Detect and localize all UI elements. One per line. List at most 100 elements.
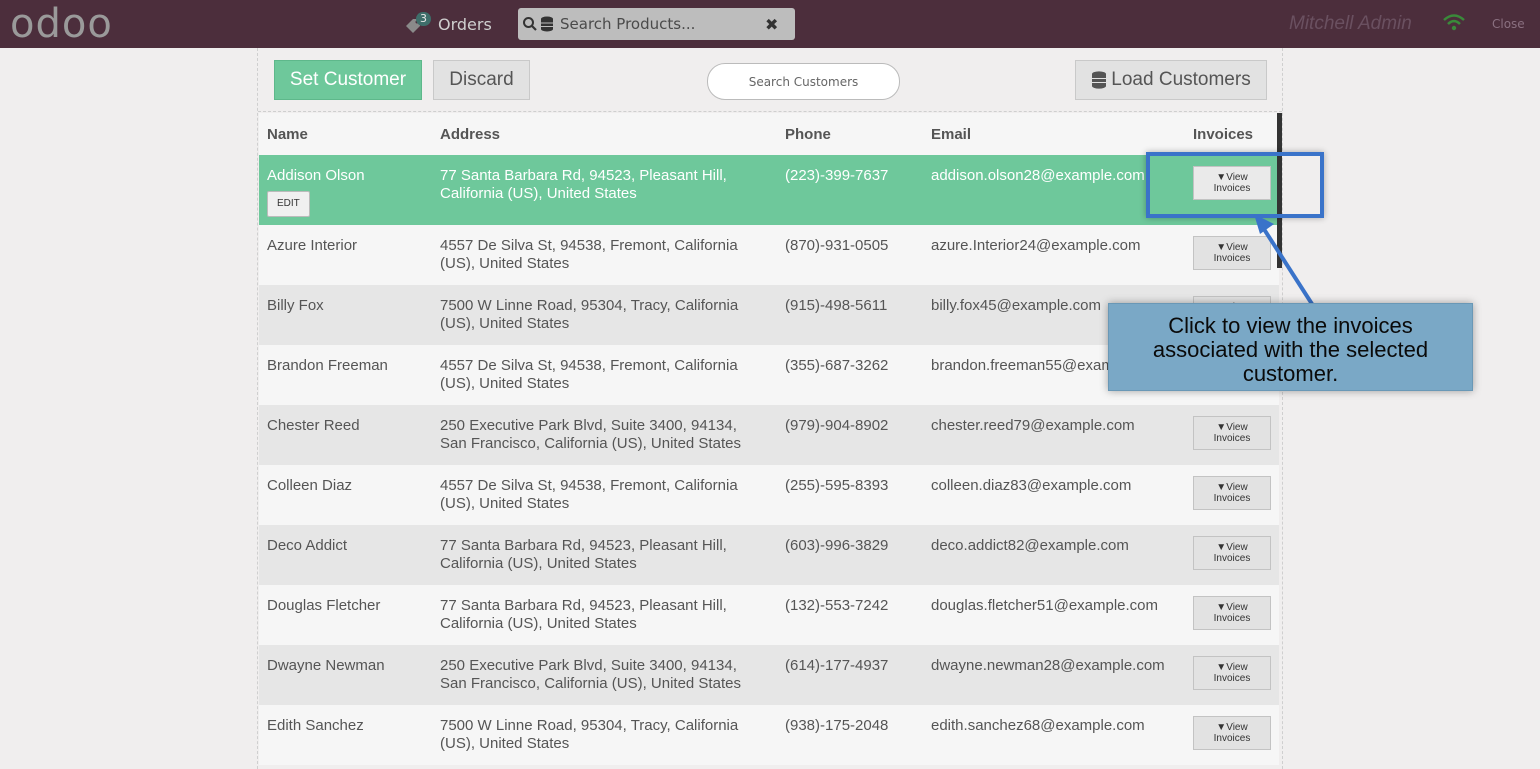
filter-icon: ▼ — [1216, 662, 1227, 673]
close-button[interactable]: Close — [1492, 17, 1525, 31]
view-invoices-label: View — [1226, 482, 1248, 493]
view-invoices-label: Invoices — [1213, 433, 1251, 444]
address-line: 4557 De Silva St, 94538, Fremont, Califo… — [440, 477, 738, 494]
phone: (132)-553-7242 — [785, 597, 889, 614]
table-row[interactable]: Edith Sanchez 7500 W Linne Road, 95304, … — [259, 705, 1279, 765]
odoo-logo[interactable]: odoo — [10, 4, 113, 44]
address-line: 4557 De Silva St, 94538, Fremont, Califo… — [440, 237, 738, 254]
view-invoices-label: View — [1226, 542, 1248, 553]
table-header: Name Address Phone Email Invoices — [259, 113, 1279, 155]
customer-name: Billy Fox — [267, 297, 324, 314]
phone: (223)-399-7637 — [785, 167, 889, 184]
table-row[interactable]: Deco Addict 77 Santa Barbara Rd, 94523, … — [259, 525, 1279, 585]
customer-name: Addison Olson — [267, 167, 365, 184]
view-invoices-label: View — [1226, 242, 1248, 253]
table-row[interactable]: Azure Interior 4557 De Silva St, 94538, … — [259, 225, 1279, 285]
address-line: 7500 W Linne Road, 95304, Tracy, Califor… — [440, 717, 739, 734]
table-row[interactable]: Douglas Fletcher 77 Santa Barbara Rd, 94… — [259, 585, 1279, 645]
view-invoices-button[interactable]: ▼ViewInvoices — [1193, 416, 1271, 450]
tag-icon: 3 — [404, 12, 431, 34]
table-row[interactable]: Dwayne Newman 250 Executive Park Blvd, S… — [259, 645, 1279, 705]
address-line: 4557 De Silva St, 94538, Fremont, Califo… — [440, 357, 738, 374]
highlight-box — [1146, 152, 1324, 218]
load-customers-button[interactable]: Load Customers — [1075, 60, 1267, 100]
view-invoices-label: Invoices — [1213, 673, 1251, 684]
view-invoices-label: Invoices — [1213, 553, 1251, 564]
header-email: Email — [931, 125, 972, 143]
customer-table: Name Address Phone Email Invoices Addiso… — [259, 113, 1279, 765]
address-line: San Francisco, California (US), United S… — [440, 675, 741, 692]
email: colleen.diaz83@example.com — [931, 477, 1132, 494]
clear-search-icon[interactable]: ✖ — [765, 15, 795, 34]
user-name[interactable]: Mitchell Admin — [1289, 13, 1412, 35]
view-invoices-button[interactable]: ▼ViewInvoices — [1193, 656, 1271, 690]
table-row[interactable]: Addison Olson EDIT 77 Santa Barbara Rd, 9… — [259, 155, 1279, 225]
view-invoices-label: Invoices — [1213, 613, 1251, 624]
header-address: Address — [440, 125, 501, 143]
product-search-input[interactable]: Search Products... — [560, 15, 765, 33]
search-icon — [522, 16, 538, 32]
view-invoices-button[interactable]: ▼ViewInvoices — [1193, 716, 1271, 750]
filter-icon: ▼ — [1216, 422, 1227, 433]
phone: (870)-931-0505 — [785, 237, 889, 254]
database-icon — [540, 16, 556, 32]
customer-name: Brandon Freeman — [267, 357, 388, 374]
database-icon — [1092, 71, 1107, 89]
email: chester.reed79@example.com — [931, 417, 1135, 434]
customer-name: Edith Sanchez — [267, 717, 364, 734]
table-row[interactable]: Colleen Diaz 4557 De Silva St, 94538, Fr… — [259, 465, 1279, 525]
address-line: California (US), United States — [440, 615, 637, 632]
email: deco.addict82@example.com — [931, 537, 1129, 554]
view-invoices-label: View — [1226, 602, 1248, 613]
view-invoices-label: Invoices — [1213, 733, 1251, 744]
address-line: 77 Santa Barbara Rd, 94523, Pleasant Hil… — [440, 537, 727, 554]
product-search[interactable]: Search Products... ✖ — [518, 8, 795, 40]
view-invoices-label: View — [1226, 722, 1248, 733]
wifi-icon — [1443, 14, 1465, 36]
search-customers-input[interactable]: Search Customers — [707, 63, 900, 100]
filter-icon: ▼ — [1216, 482, 1227, 493]
header-invoices: Invoices — [1193, 125, 1254, 143]
edit-button[interactable]: EDIT — [267, 191, 310, 217]
address-line: California (US), United States — [440, 555, 637, 572]
email: edith.sanchez68@example.com — [931, 717, 1145, 734]
address-line: (US), United States — [440, 735, 570, 752]
view-invoices-button[interactable]: ▼ViewInvoices — [1193, 476, 1271, 510]
customer-name: Colleen Diaz — [267, 477, 353, 494]
phone: (355)-687-3262 — [785, 357, 889, 374]
phone: (938)-175-2048 — [785, 717, 889, 734]
table-row[interactable]: Chester Reed 250 Executive Park Blvd, Su… — [259, 405, 1279, 465]
filter-icon: ▼ — [1216, 242, 1227, 253]
view-invoices-button[interactable]: ▼ViewInvoices — [1193, 596, 1271, 630]
phone: (979)-904-8902 — [785, 417, 889, 434]
phone: (603)-996-3829 — [785, 537, 889, 554]
view-invoices-label: Invoices — [1213, 253, 1251, 264]
set-customer-button[interactable]: Set Customer — [274, 60, 422, 100]
address-line: (US), United States — [440, 315, 570, 332]
email: azure.Interior24@example.com — [931, 237, 1141, 254]
orders-button[interactable]: 3 Orders — [404, 10, 492, 38]
view-invoices-button[interactable]: ▼ViewInvoices — [1193, 536, 1271, 570]
discard-button[interactable]: Discard — [433, 60, 530, 100]
load-customers-label: Load Customers — [1111, 69, 1251, 90]
email: dwayne.newman28@example.com — [931, 657, 1165, 674]
orders-label: Orders — [438, 14, 492, 34]
view-invoices-label: View — [1226, 422, 1248, 433]
customer-name: Douglas Fletcher — [267, 597, 381, 614]
customer-panel: Set Customer Discard Search Customers Lo… — [257, 48, 1283, 769]
address-line: (US), United States — [440, 495, 570, 512]
divider — [258, 111, 1282, 112]
address-line: (US), United States — [440, 375, 570, 392]
customer-name: Dwayne Newman — [267, 657, 385, 674]
address-line: 7500 W Linne Road, 95304, Tracy, Califor… — [440, 297, 739, 314]
customer-name: Chester Reed — [267, 417, 360, 434]
phone: (255)-595-8393 — [785, 477, 889, 494]
customer-name: Azure Interior — [267, 237, 358, 254]
header-name: Name — [267, 125, 308, 143]
email: douglas.fletcher51@example.com — [931, 597, 1159, 614]
view-invoices-label: Invoices — [1213, 493, 1251, 504]
pointer-arrow — [1254, 214, 1314, 306]
address-line: 250 Executive Park Blvd, Suite 3400, 941… — [440, 657, 737, 674]
phone: (915)-498-5611 — [785, 297, 888, 314]
filter-icon: ▼ — [1216, 722, 1227, 733]
